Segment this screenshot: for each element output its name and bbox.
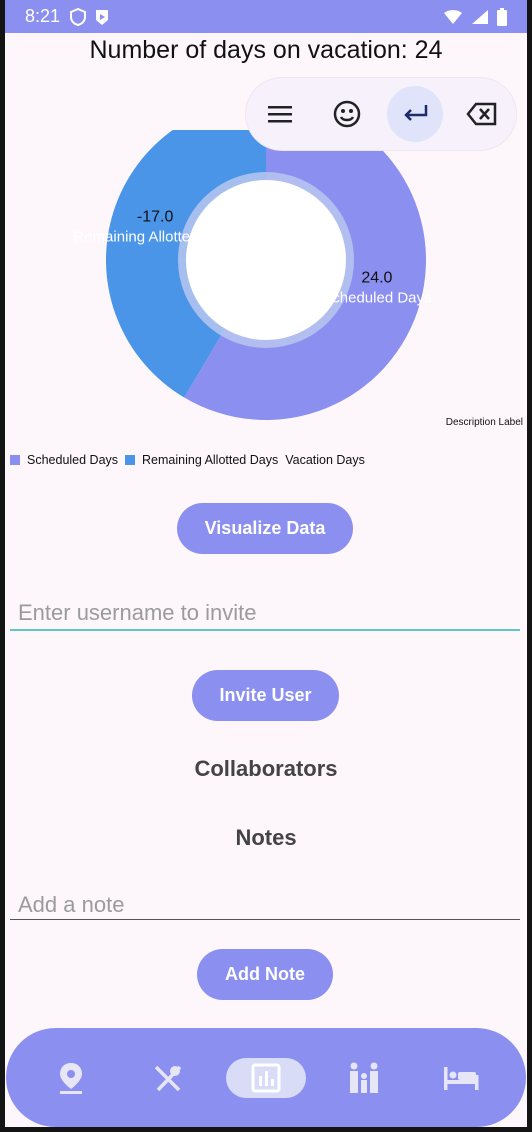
pie-slice-label: Remaining Allotted Days (73, 229, 236, 246)
add-note-input[interactable]: Add a note (10, 892, 520, 920)
collaborators-heading: Collaborators (194, 756, 338, 781)
enter-button[interactable] (386, 86, 443, 142)
shield-icon (70, 7, 87, 26)
legend-label-scheduled: Scheduled Days (27, 453, 119, 467)
nav-dining[interactable] (128, 1058, 208, 1098)
hotel-bed-icon (444, 1066, 479, 1090)
chart-legend: Scheduled Days Remaining Allotted Days V… (10, 453, 365, 467)
page-title: Number of days on vacation: 24 (89, 36, 443, 64)
chart-description-label: Description Label (445, 417, 523, 428)
emoji-button[interactable] (319, 86, 375, 142)
nav-chart[interactable] (225, 1057, 306, 1098)
status-time: 8:21 (25, 6, 61, 26)
vacation-days-pie-chart: 24.0 Scheduled Days -17.0 Remaining Allotte… (73, 130, 432, 420)
wifi-icon (444, 9, 462, 24)
keyboard-suggestion-toolbar (246, 78, 516, 150)
menu-icon (267, 106, 292, 123)
pie-slice-label: Scheduled Days (322, 289, 431, 306)
legend-entry-scheduled: Scheduled Days (10, 453, 118, 467)
location-pin-icon (59, 1062, 82, 1094)
signal-icon (472, 9, 488, 24)
play-protect-icon (96, 9, 109, 25)
notes-heading: Notes (235, 825, 297, 850)
nav-hotel[interactable] (421, 1058, 501, 1098)
legend-entry-remaining: Remaining Allotted Days (125, 453, 278, 467)
pie-value-label: -17.0 (137, 209, 174, 226)
visualize-data-button[interactable]: Visualize Data (177, 503, 353, 554)
nav-location[interactable] (31, 1058, 111, 1098)
invite-username-input[interactable]: Enter username to invite (10, 600, 520, 631)
emoji-icon (334, 100, 361, 128)
chart-icon (251, 1063, 281, 1092)
invite-user-button[interactable]: Invite User (192, 670, 339, 721)
pie-value-label: 24.0 (361, 269, 392, 286)
legend-series-label: Vacation Days (285, 453, 365, 467)
legend-label-remaining: Remaining Allotted Days (142, 453, 279, 467)
menu-button[interactable] (252, 86, 308, 142)
legend-swatch-remaining (125, 455, 136, 465)
backspace-button[interactable] (454, 86, 510, 142)
backspace-icon (466, 102, 497, 126)
enter-icon (403, 105, 427, 121)
battery-icon (497, 7, 507, 26)
family-icon (349, 1062, 378, 1093)
nav-family[interactable] (324, 1058, 404, 1098)
add-note-button[interactable]: Add Note (197, 949, 333, 1000)
dining-icon (155, 1065, 182, 1091)
legend-swatch-scheduled (10, 455, 20, 465)
status-bar: 8:21 (5, 0, 527, 33)
bottom-navigation (6, 1028, 526, 1127)
pie-hole (186, 180, 346, 340)
